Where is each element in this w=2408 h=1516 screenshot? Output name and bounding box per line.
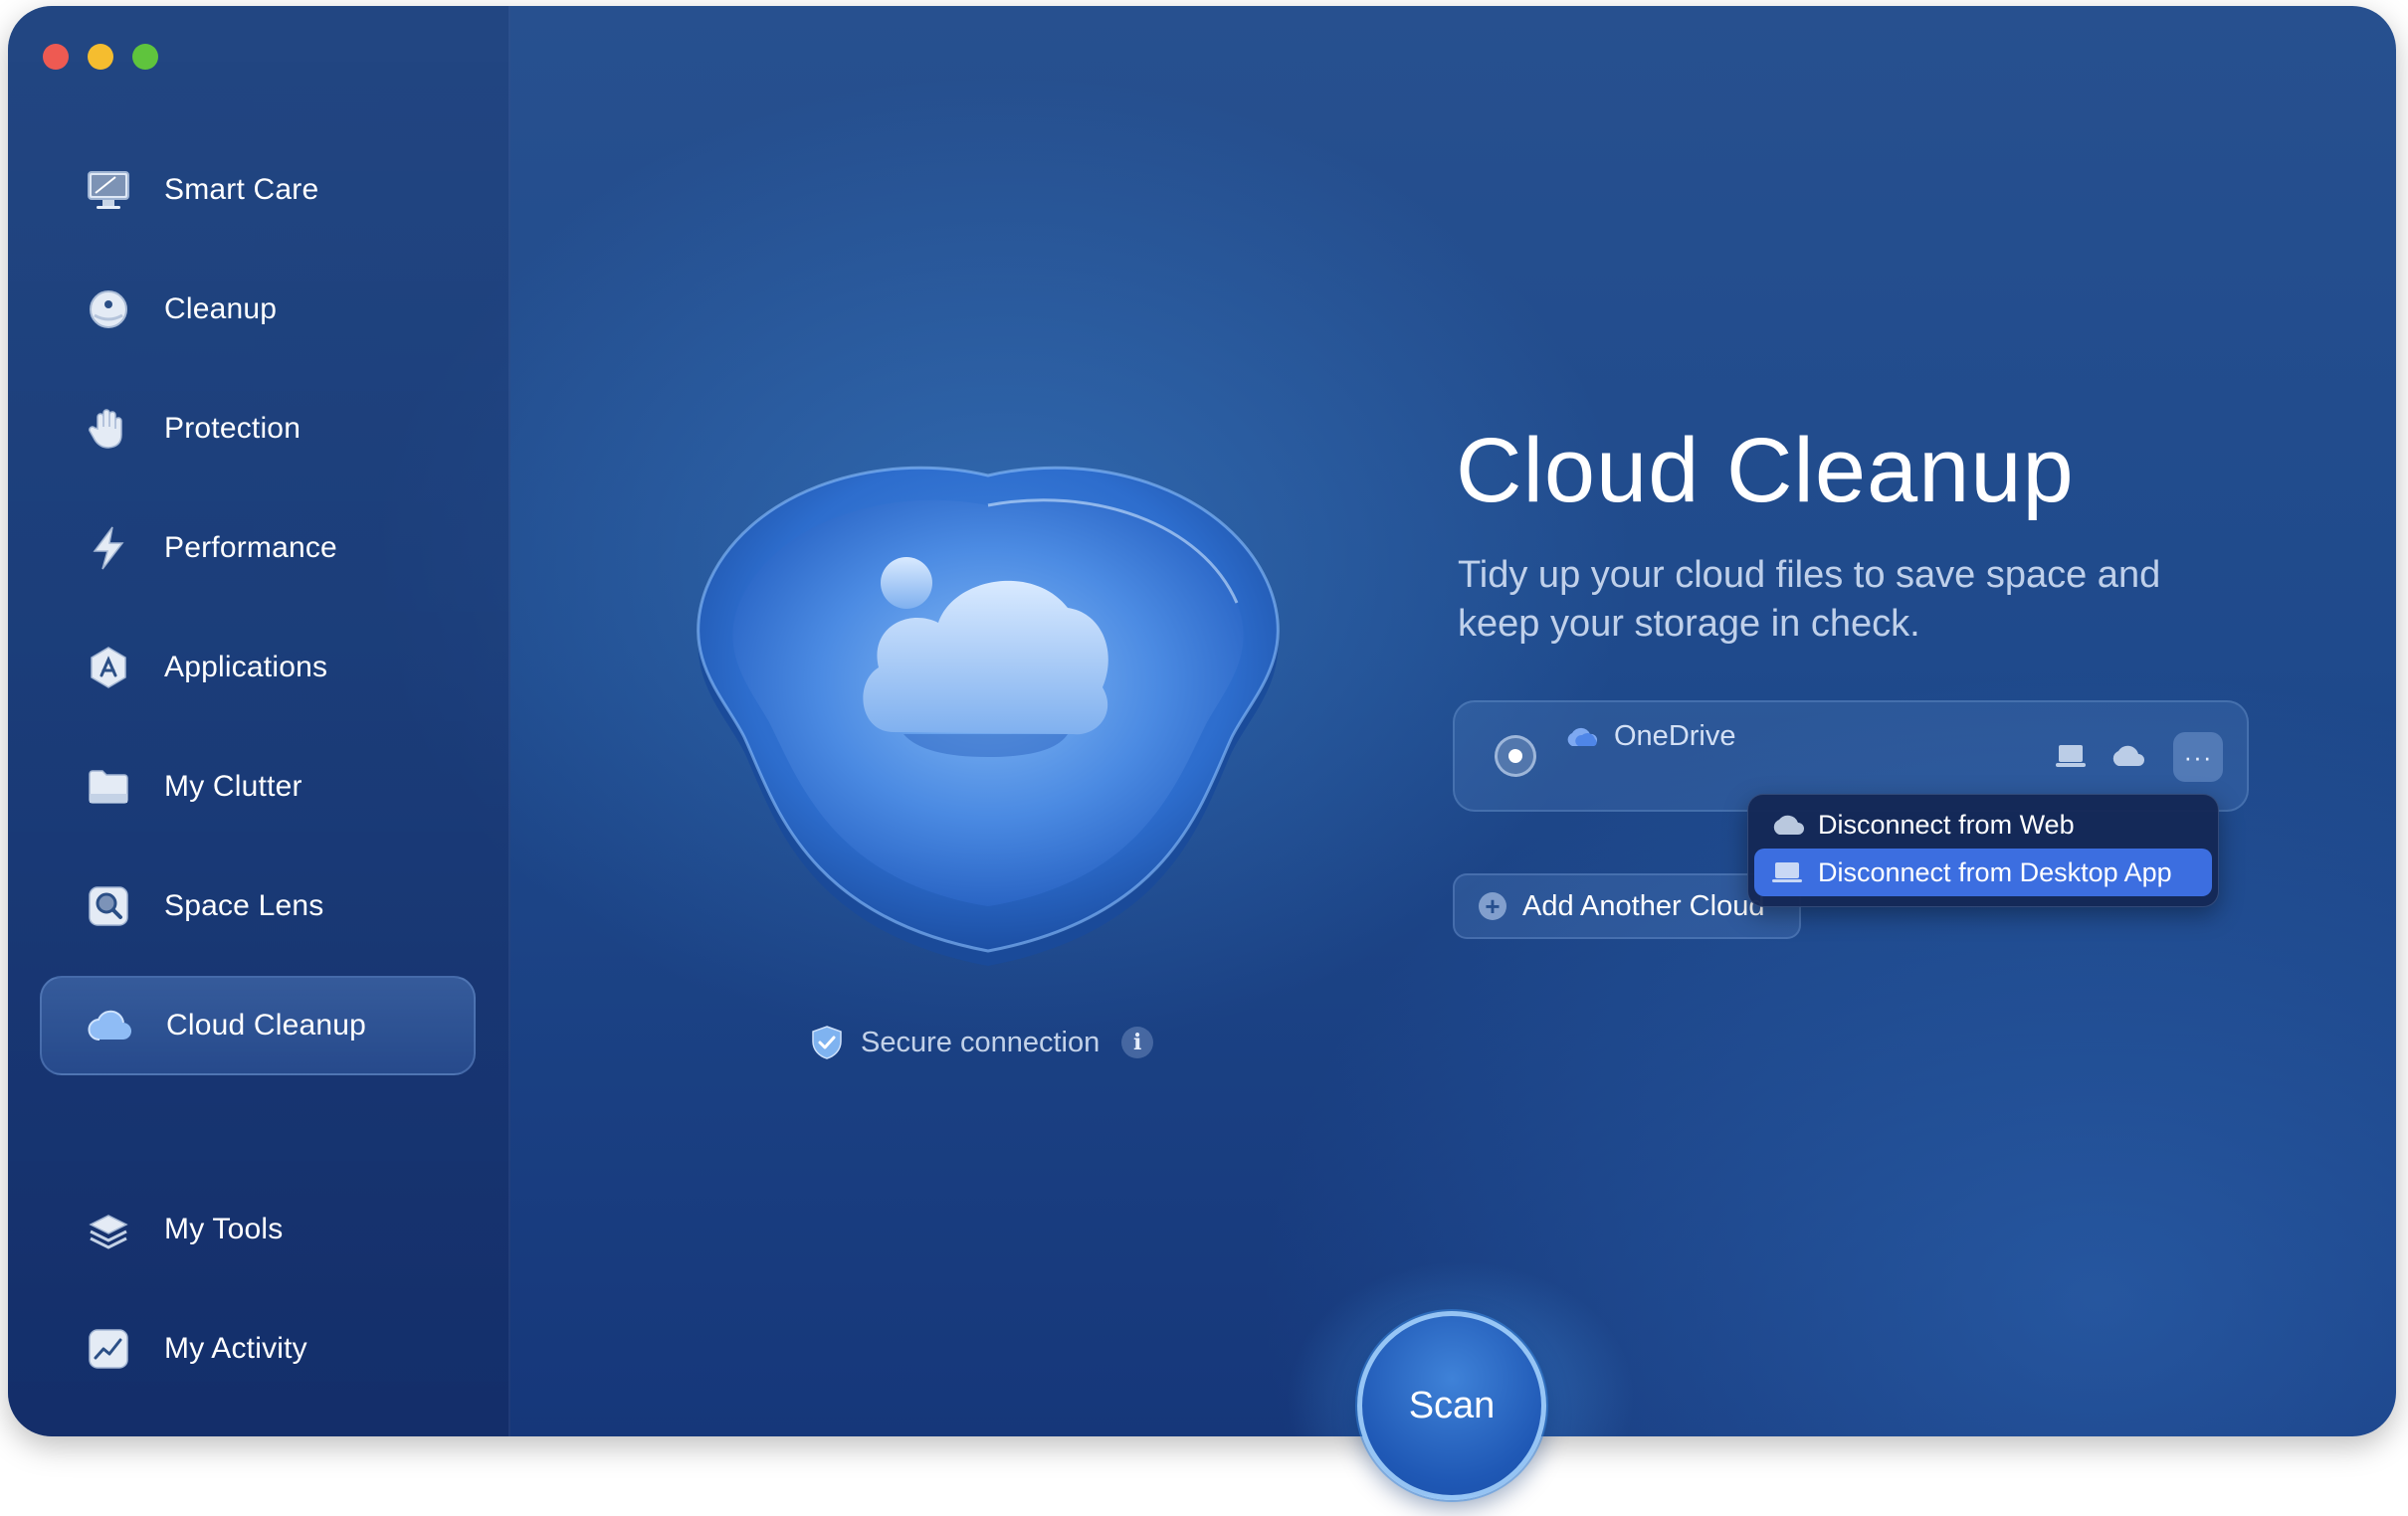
zoom-button[interactable]	[132, 44, 158, 70]
sidebar-item-label: Smart Care	[164, 173, 319, 206]
plus-icon: +	[1479, 892, 1506, 920]
cloud-icon	[2109, 744, 2145, 768]
sidebar-item-smart-care[interactable]: Smart Care	[40, 140, 476, 240]
more-options-button[interactable]: ···	[2173, 732, 2223, 782]
page-subtitle: Tidy up your cloud files to save space a…	[1458, 554, 2161, 645]
info-icon[interactable]: i	[1121, 1027, 1154, 1058]
minimize-button[interactable]	[88, 44, 113, 70]
menu-item-label: Disconnect from Desktop App	[1818, 856, 2172, 887]
sidebar-item-my-clutter[interactable]: My Clutter	[40, 737, 476, 837]
app-window: Smart Care Cleanup Protection Performanc…	[8, 6, 2396, 1436]
sidebar-item-my-tools[interactable]: My Tools	[40, 1180, 476, 1279]
cloud-context-menu: Disconnect from Web Disconnect from Desk…	[1747, 794, 2219, 907]
menu-item-disconnect-desktop[interactable]: Disconnect from Desktop App	[1754, 849, 2212, 896]
menu-item-label: Disconnect from Web	[1818, 809, 2075, 840]
sidebar-item-my-activity[interactable]: My Activity	[40, 1299, 476, 1399]
imac-icon	[85, 166, 132, 214]
lens-icon	[85, 882, 132, 930]
sidebar-item-label: My Activity	[164, 1332, 307, 1365]
stack-icon	[85, 1206, 132, 1253]
secure-connection-label: Secure connection	[861, 1026, 1101, 1058]
shield-icon	[809, 1025, 845, 1060]
traffic-lights	[43, 44, 158, 70]
secure-connection: Secure connection i	[809, 1025, 1154, 1060]
sidebar: Smart Care Cleanup Protection Performanc…	[8, 6, 510, 1436]
sidebar-item-label: Space Lens	[164, 889, 324, 922]
sidebar-item-applications[interactable]: Applications	[40, 618, 476, 717]
sidebar-item-cleanup[interactable]: Cleanup	[40, 260, 476, 359]
sidebar-item-performance[interactable]: Performance	[40, 498, 476, 598]
cleanup-disc-icon	[85, 285, 132, 333]
onedrive-icon	[1564, 724, 1600, 750]
sidebar-item-protection[interactable]: Protection	[40, 379, 476, 478]
laptop-icon	[1770, 860, 1804, 884]
sidebar-item-label: Applications	[164, 651, 328, 683]
sidebar-item-label: Cleanup	[164, 292, 278, 325]
sidebar-item-label: Protection	[164, 412, 301, 445]
sidebar-item-label: Performance	[164, 531, 337, 564]
close-button[interactable]	[43, 44, 69, 70]
sidebar-item-label: My Tools	[164, 1213, 284, 1245]
app-store-icon	[85, 644, 132, 691]
laptop-icon	[2054, 742, 2088, 770]
cloud-cleanup-hero-illustration	[675, 414, 1302, 981]
scan-button[interactable]: Scan	[1357, 1311, 1546, 1500]
menu-item-disconnect-web[interactable]: Disconnect from Web	[1754, 801, 2212, 849]
cloud-account-name: OneDrive	[1614, 720, 1736, 752]
lightning-icon	[85, 524, 132, 572]
page-title: Cloud Cleanup	[1456, 420, 2075, 521]
sidebar-item-space-lens[interactable]: Space Lens	[40, 856, 476, 956]
sidebar-item-label: Cloud Cleanup	[166, 1009, 367, 1042]
folder-icon	[85, 763, 132, 811]
cloud-icon	[1770, 813, 1804, 837]
cloud-icon	[87, 1002, 134, 1049]
hand-icon	[85, 405, 132, 453]
add-another-cloud-label: Add Another Cloud	[1522, 889, 1765, 922]
sidebar-item-cloud-cleanup[interactable]: Cloud Cleanup	[40, 976, 476, 1075]
activity-chart-icon	[85, 1325, 132, 1373]
cloud-account-radio[interactable]	[1495, 735, 1536, 777]
sidebar-item-label: My Clutter	[164, 770, 302, 803]
